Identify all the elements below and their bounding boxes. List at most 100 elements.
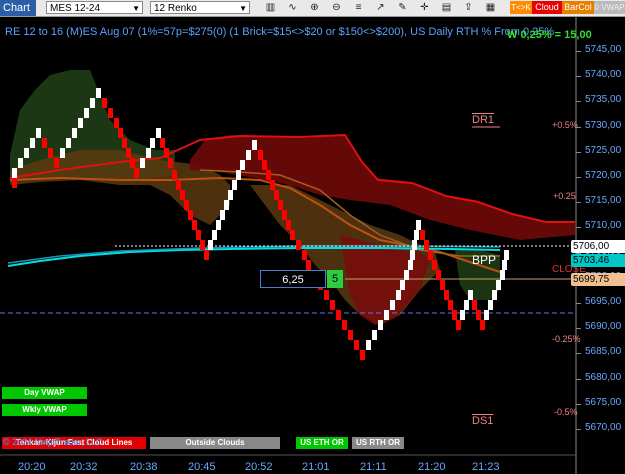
down-brick (296, 240, 301, 250)
price-tick-label: 5735,00 (585, 94, 622, 106)
outside-clouds-button[interactable]: Outside Clouds (150, 437, 280, 449)
up-brick (464, 300, 469, 310)
up-brick (496, 280, 501, 290)
up-brick (484, 310, 489, 320)
down-brick (130, 158, 135, 168)
price-tick-mark (576, 177, 581, 178)
down-brick (342, 320, 347, 330)
up-brick (220, 210, 225, 220)
time-tick-label: 20:32 (70, 461, 98, 473)
last-price-badge: 5706,00 (571, 240, 625, 253)
time-tick-label: 20:20 (18, 461, 46, 473)
up-brick (416, 220, 421, 230)
down-brick (348, 330, 353, 340)
up-brick (232, 180, 237, 190)
down-brick (196, 230, 201, 240)
down-brick (354, 340, 359, 350)
up-brick (396, 290, 401, 300)
price-tick-mark (576, 353, 581, 355)
price-tick-mark (576, 151, 581, 153)
down-brick (330, 300, 335, 310)
up-brick (24, 148, 29, 158)
us-rth-or-button[interactable]: US RTH OR (352, 437, 404, 449)
up-brick (412, 240, 417, 250)
ds1-label: DS1 (472, 415, 494, 427)
up-brick (72, 128, 77, 138)
down-brick (262, 160, 267, 170)
down-brick (274, 190, 279, 200)
day-vwap-button[interactable]: Day VWAP (2, 387, 87, 399)
up-brick (504, 250, 509, 260)
down-brick (444, 290, 449, 300)
pct-down-label: -0.25% (552, 334, 581, 344)
up-brick (378, 320, 383, 330)
up-brick (90, 98, 95, 108)
up-brick (460, 310, 465, 320)
down-brick (424, 240, 429, 250)
down-brick (270, 180, 275, 190)
down-brick (204, 250, 209, 260)
down-brick (302, 250, 307, 260)
down-brick (428, 250, 433, 260)
up-brick (228, 190, 233, 200)
down-brick (134, 168, 139, 178)
up-brick (246, 150, 251, 160)
up-brick (216, 220, 221, 230)
down-brick (12, 178, 17, 188)
up-brick (502, 260, 507, 270)
price-tick-mark (576, 429, 581, 430)
down-brick (172, 170, 177, 180)
down-brick (440, 280, 445, 290)
price-tick-label: 5715,00 (585, 195, 622, 207)
us-eth-or-button[interactable]: US ETH OR (296, 437, 348, 449)
price-tick-mark (576, 328, 581, 330)
price-tick-mark (576, 403, 581, 405)
up-brick (390, 300, 395, 310)
up-brick (146, 148, 151, 158)
price-tick-label: 5675,00 (585, 396, 622, 408)
up-brick (384, 310, 389, 320)
time-tick-label: 20:52 (245, 461, 273, 473)
price-tick-mark (576, 227, 581, 229)
price-tick-label: 5680,00 (585, 371, 622, 383)
price-tick-label: 5670,00 (585, 422, 622, 433)
up-brick (414, 230, 419, 240)
ticks-remaining-box: 6,25 (260, 270, 326, 288)
down-brick (168, 158, 173, 168)
price-tick-label: 5730,00 (585, 119, 622, 131)
price-tick-mark (576, 101, 581, 103)
up-brick (252, 140, 257, 150)
down-brick (184, 200, 189, 210)
up-brick (492, 290, 497, 300)
down-brick (192, 220, 197, 230)
up-brick (212, 230, 217, 240)
price-tick-label: 5685,00 (585, 346, 622, 358)
time-tick-label: 20:38 (130, 461, 158, 473)
down-brick (176, 180, 181, 190)
down-brick (472, 300, 477, 310)
down-brick (306, 260, 311, 270)
down-brick (102, 98, 107, 108)
up-brick (488, 300, 493, 310)
up-brick (404, 270, 409, 280)
wkly-vwap-button[interactable]: Wkly VWAP (2, 404, 87, 416)
down-brick (290, 230, 295, 240)
price-tick-mark (576, 378, 581, 380)
up-brick (36, 128, 41, 138)
up-brick (372, 330, 377, 340)
up-brick (84, 108, 89, 118)
up-brick (96, 88, 101, 98)
down-brick (360, 350, 365, 360)
down-brick (126, 148, 131, 158)
down-brick (452, 310, 457, 320)
price-tick-mark (576, 303, 581, 304)
time-tick-label: 21:11 (360, 461, 387, 473)
down-brick (436, 270, 441, 280)
up-brick (30, 138, 35, 148)
down-brick (258, 150, 263, 160)
up-brick (468, 290, 473, 300)
renko-chart[interactable] (0, 0, 625, 474)
down-brick (160, 138, 165, 148)
down-brick (278, 200, 283, 210)
down-brick (336, 310, 341, 320)
